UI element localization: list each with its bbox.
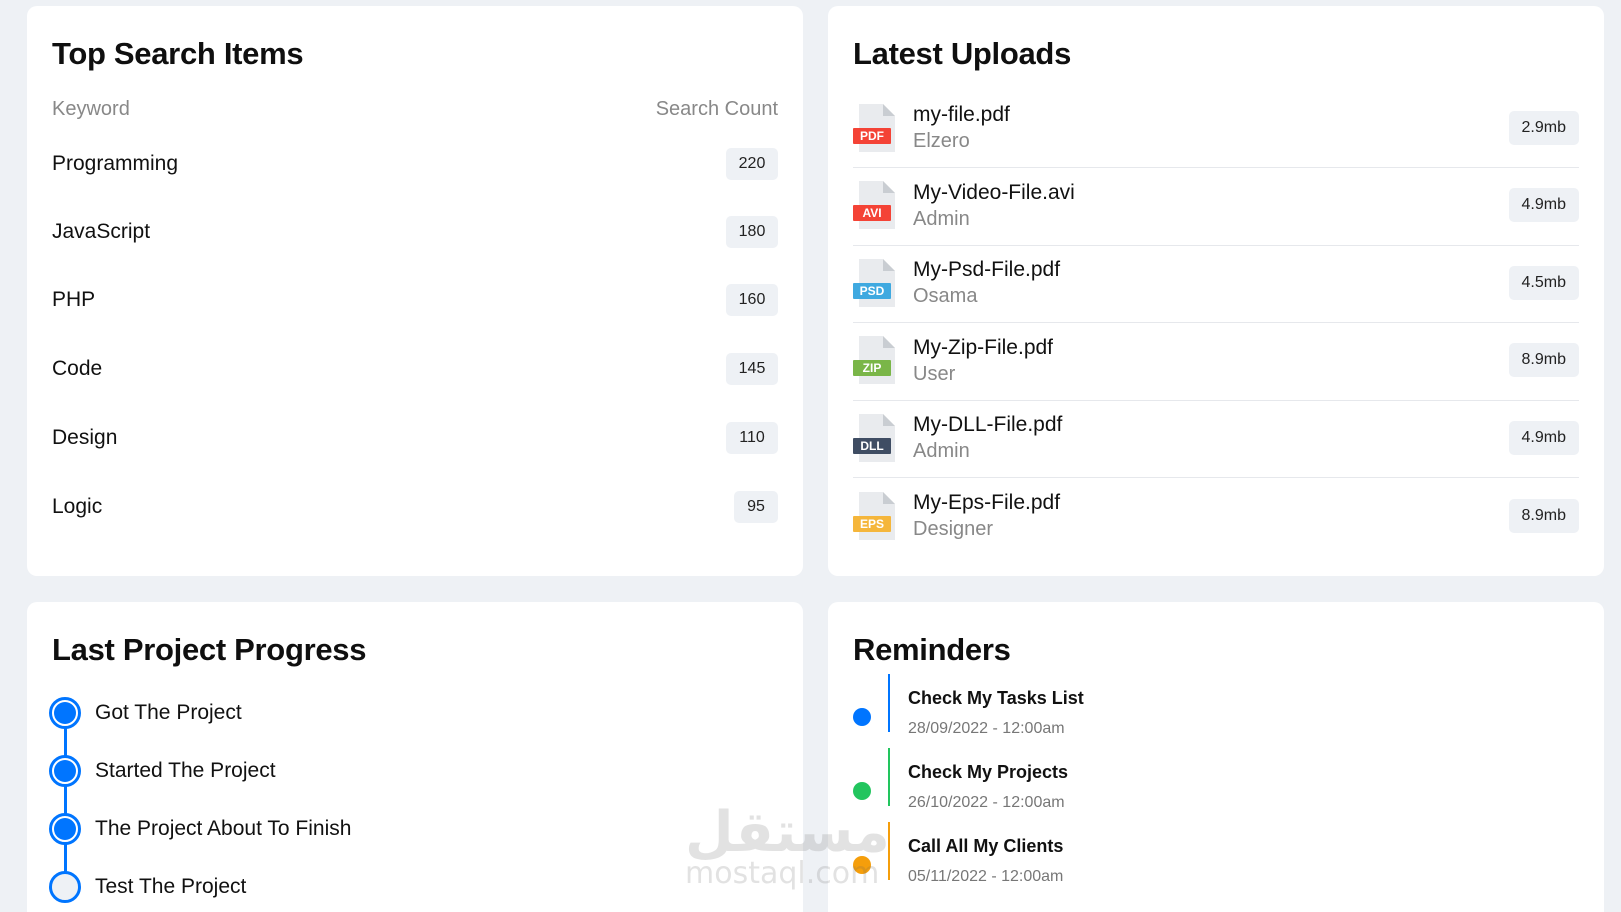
file-psd-icon: PSD bbox=[853, 257, 897, 309]
search-keyword: Programming bbox=[52, 152, 179, 175]
count-column-header: Search Count bbox=[655, 98, 778, 120]
step-pending-icon bbox=[49, 871, 81, 903]
file-eps-icon: EPS bbox=[853, 490, 897, 542]
search-keyword: JavaScript bbox=[52, 220, 151, 243]
file-size-badge: 4.9mb bbox=[1508, 188, 1579, 222]
file-size-badge: 8.9mb bbox=[1508, 343, 1579, 377]
dashboard-page: Top Search Items Keyword Search Count Pr… bbox=[0, 0, 1621, 912]
reminder-title: Check My Tasks List bbox=[908, 688, 1084, 708]
progress-step: The Project About To Finish bbox=[49, 812, 351, 846]
upload-row[interactable]: EPS My-Eps-File.pdf Designer 8.9mb bbox=[853, 476, 1579, 556]
reminder-bar bbox=[888, 748, 890, 806]
upload-row[interactable]: ZIP My-Zip-File.pdf User 8.9mb bbox=[853, 321, 1579, 401]
file-type-tag: PSD bbox=[853, 282, 891, 299]
reminder-date: 26/10/2022 - 12:00am bbox=[908, 794, 1065, 811]
file-size-badge: 4.5mb bbox=[1508, 265, 1579, 300]
upload-file-name: My-DLL-File.pdf bbox=[913, 413, 1063, 436]
reminders-title: Reminders bbox=[853, 632, 1011, 667]
file-type-tag: PDF bbox=[853, 127, 891, 144]
upload-user: Admin bbox=[913, 440, 970, 462]
search-count-badge: 160 bbox=[726, 284, 778, 316]
upload-file-name: My-Eps-File.pdf bbox=[913, 491, 1061, 514]
step-label: Test The Project bbox=[95, 875, 247, 898]
project-progress-title: Last Project Progress bbox=[52, 632, 367, 667]
reminder-title: Call All My Clients bbox=[908, 836, 1064, 856]
search-count-badge: 145 bbox=[726, 353, 778, 385]
file-type-tag: EPS bbox=[853, 515, 891, 532]
top-search-panel: Top Search Items Keyword Search Count Pr… bbox=[27, 6, 803, 576]
reminder-dot-icon bbox=[853, 782, 871, 800]
file-size-badge: 2.9mb bbox=[1508, 110, 1579, 145]
reminder-dot-icon bbox=[853, 856, 871, 874]
keyword-column-header: Keyword bbox=[52, 98, 130, 120]
search-row: Logic 95 bbox=[52, 489, 778, 525]
upload-user: Elzero bbox=[913, 130, 970, 152]
step-done-icon bbox=[49, 697, 81, 729]
search-row: Programming 220 bbox=[52, 146, 778, 182]
file-type-tag: AVI bbox=[853, 205, 891, 221]
search-keyword: PHP bbox=[52, 288, 96, 311]
search-count-badge: 180 bbox=[726, 216, 778, 248]
search-row: JavaScript 180 bbox=[52, 214, 778, 250]
reminder-date: 05/11/2022 - 12:00am bbox=[908, 868, 1064, 885]
file-dll-icon: DLL bbox=[853, 412, 897, 464]
file-type-tag: ZIP bbox=[853, 360, 891, 376]
search-count-badge: 220 bbox=[726, 148, 778, 180]
step-label: The Project About To Finish bbox=[95, 817, 352, 840]
search-table-header: Keyword Search Count bbox=[52, 98, 778, 121]
step-done-icon bbox=[49, 813, 81, 845]
upload-file-name: My-Zip-File.pdf bbox=[913, 335, 1054, 359]
step-label: Got The Project bbox=[95, 701, 242, 724]
file-pdf-icon: PDF bbox=[853, 102, 897, 154]
upload-user: Osama bbox=[913, 285, 978, 307]
file-type-tag: DLL bbox=[853, 437, 891, 454]
top-search-title: Top Search Items bbox=[52, 36, 304, 71]
reminder-bar bbox=[888, 822, 890, 880]
file-size-badge: 8.9mb bbox=[1508, 498, 1579, 533]
upload-row[interactable]: PDF my-file.pdf Elzero 2.9mb bbox=[853, 88, 1579, 168]
file-size-badge: 4.9mb bbox=[1508, 420, 1579, 455]
upload-user: Designer bbox=[913, 518, 994, 540]
search-keyword: Design bbox=[52, 426, 118, 449]
upload-row[interactable]: PSD My-Psd-File.pdf Osama 4.5mb bbox=[853, 243, 1579, 323]
file-avi-icon: AVI bbox=[853, 179, 897, 231]
upload-file-name: My-Psd-File.pdf bbox=[913, 258, 1061, 281]
reminder-bar bbox=[888, 674, 890, 732]
search-keyword: Code bbox=[52, 357, 103, 380]
search-count-badge: 95 bbox=[734, 491, 778, 523]
upload-file-name: my-file.pdf bbox=[913, 103, 1010, 126]
file-zip-icon: ZIP bbox=[853, 334, 897, 386]
reminder-dot-icon bbox=[853, 708, 871, 726]
reminders-panel: Reminders Check My Tasks List 28/09/2022 … bbox=[828, 602, 1604, 912]
upload-user: Admin bbox=[913, 207, 970, 230]
search-row: Design 110 bbox=[52, 420, 778, 456]
search-keyword: Logic bbox=[52, 495, 103, 518]
upload-row[interactable]: AVI My-Video-File.avi Admin 4.9mb bbox=[853, 166, 1579, 246]
project-progress-panel: Last Project Progress Got The Project St… bbox=[27, 602, 803, 912]
progress-step: Started The Project bbox=[49, 754, 276, 788]
latest-uploads-title: Latest Uploads bbox=[853, 36, 1072, 71]
upload-user: User bbox=[913, 362, 956, 385]
progress-step: Got The Project bbox=[49, 696, 242, 730]
upload-file-name: My-Video-File.avi bbox=[913, 180, 1075, 204]
upload-row[interactable]: DLL My-DLL-File.pdf Admin 4.9mb bbox=[853, 398, 1579, 478]
latest-uploads-panel: Latest Uploads PDF my-file.pdf Elzero 2.9mb… bbox=[828, 6, 1604, 576]
search-count-badge: 110 bbox=[726, 422, 778, 454]
step-label: Started The Project bbox=[95, 759, 276, 782]
search-row: PHP 160 bbox=[52, 282, 778, 318]
reminder-title: Check My Projects bbox=[908, 762, 1069, 782]
progress-step: Test The Project bbox=[49, 870, 246, 904]
reminder-date: 28/09/2022 - 12:00am bbox=[908, 720, 1065, 737]
step-done-icon bbox=[49, 755, 81, 787]
search-row: Code 145 bbox=[52, 351, 778, 387]
